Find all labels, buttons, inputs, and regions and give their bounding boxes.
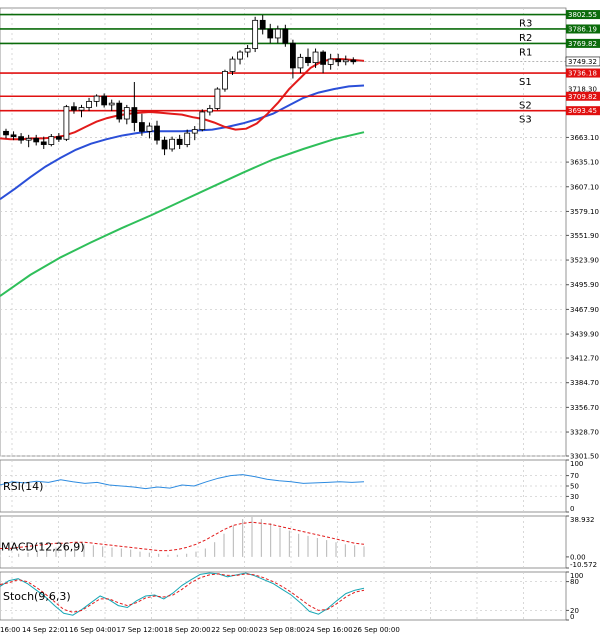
- candle-up: [63, 106, 70, 140]
- candle-up: [206, 108, 213, 113]
- candle-down: [154, 125, 160, 141]
- candle-up: [78, 107, 85, 111]
- candle-down: [116, 102, 123, 120]
- candle-down: [335, 58, 342, 63]
- level-tag-text-r1: 3769.82: [568, 40, 597, 48]
- candle-down: [71, 106, 77, 111]
- level-tag-text-s1: 3736.18: [568, 70, 597, 78]
- candle-down: [18, 136, 25, 141]
- y-tick-label: 3663.10: [570, 134, 599, 142]
- candle-down: [305, 56, 311, 64]
- level-tag-text-r3: 3802.55: [568, 11, 597, 19]
- candle-up: [199, 111, 206, 130]
- x-tick-label: 26 Sep 00:00: [353, 626, 400, 634]
- candle-up: [191, 129, 198, 134]
- level-label-r1: R1: [519, 47, 532, 58]
- candle-up: [169, 138, 176, 150]
- chart-svg: 3663.10 3635.10 3607.10 3579.10 3551.90 3523.…: [0, 0, 600, 637]
- y-tick-label: 3495.90: [570, 281, 599, 289]
- y-tick-label: 3635.10: [570, 159, 599, 167]
- current-price-text: 3749.32: [568, 58, 597, 66]
- main-panel-frame: [0, 7, 567, 457]
- rsi-y-tick-label: 30: [570, 493, 579, 501]
- macd-label: MACD(12,26,9): [1, 540, 85, 553]
- candle-down: [320, 51, 327, 65]
- candle-down: [289, 42, 296, 69]
- macd-y-tick-label: -10.572: [570, 561, 597, 569]
- x-tick-label: 24 Sep 16:00: [306, 626, 353, 634]
- y-tick-label: 3439.90: [570, 331, 599, 339]
- level-label-r3: R3: [519, 19, 532, 30]
- x-tick-label: 17 Sep 12:00: [117, 626, 164, 634]
- candle-up: [244, 48, 251, 53]
- candle-up: [184, 132, 191, 145]
- x-tick-label: 14 Sep 22:01: [22, 626, 69, 634]
- x-tick-label: 16:00: [0, 626, 20, 634]
- rsi-label: RSI(14): [3, 480, 43, 493]
- y-tick-label: 3551.90: [570, 232, 599, 240]
- level-label-r2: R2: [519, 33, 532, 44]
- candle-up: [312, 51, 319, 64]
- candle-up: [222, 71, 228, 90]
- candle-up: [252, 19, 259, 49]
- trading-chart: 3663.10 3635.10 3607.10 3579.10 3551.90 3523.…: [0, 0, 600, 637]
- level-label-s2: S2: [519, 100, 532, 111]
- candle-up: [229, 58, 236, 72]
- macd-y-tick-label: 38.932: [570, 516, 595, 524]
- candle-down: [282, 28, 289, 44]
- y-tick-label: 3579.10: [570, 208, 599, 216]
- candle-down: [161, 139, 168, 150]
- candle-up: [108, 102, 115, 106]
- candle-down: [3, 130, 9, 136]
- x-tick-label: 16 Sep 04:00: [69, 626, 116, 634]
- candle-up: [48, 136, 55, 145]
- candle-up: [146, 125, 153, 132]
- candle-down: [55, 136, 62, 140]
- candle-down: [131, 107, 138, 123]
- candle-up: [25, 137, 32, 141]
- level-label-s1: S1: [519, 77, 532, 88]
- candle-up: [86, 100, 92, 108]
- x-tick-label: 22 Sep 00:00: [211, 626, 258, 634]
- stoch-y-tick-label: 0: [570, 613, 574, 621]
- candle-up: [327, 58, 334, 65]
- candle-down: [259, 19, 266, 30]
- y-tick-label: 3384.70: [570, 379, 599, 387]
- x-tick-label: 23 Sep 08:00: [259, 626, 306, 634]
- rsi-y-tick-label: 100: [570, 460, 583, 468]
- y-tick-label: 3467.90: [570, 306, 599, 314]
- candle-down: [101, 95, 108, 106]
- candle-down: [267, 28, 274, 39]
- candle-down: [10, 134, 17, 138]
- rsi-y-tick-label: 0: [570, 505, 574, 513]
- stoch-y-tick-label: 80: [570, 578, 579, 586]
- stoch-panel-frame: [0, 571, 567, 621]
- candle-down: [176, 138, 183, 145]
- candle-down: [33, 137, 40, 143]
- y-tick-label: 3328.70: [570, 429, 599, 437]
- y-tick-label: 3412.70: [570, 355, 599, 363]
- y-tick-label: 3607.10: [570, 183, 599, 191]
- candle-up: [123, 107, 130, 120]
- candle-down: [138, 122, 145, 132]
- candle-up: [274, 28, 281, 39]
- candle-down: [350, 59, 357, 63]
- candle-up: [342, 59, 349, 63]
- rsi-y-tick-label: 70: [570, 472, 579, 480]
- stoch-label: Stoch(9,6,3): [3, 590, 71, 603]
- candle-up: [297, 56, 304, 69]
- rsi-y-tick-label: 50: [570, 483, 579, 491]
- candle-down: [40, 141, 47, 145]
- candle-up: [93, 95, 100, 102]
- y-tick-label: 3356.70: [570, 404, 599, 412]
- level-tag-text-r2: 3786.19: [568, 25, 597, 33]
- y-tick-label: 3523.90: [570, 257, 599, 265]
- level-tag-text-s3: 3693.45: [568, 107, 597, 115]
- level-tag-text-s2: 3709.82: [568, 93, 597, 101]
- extra-price-tag: 3718.30: [568, 85, 597, 93]
- candle-up: [214, 88, 221, 109]
- level-label-s3: S3: [519, 115, 532, 126]
- candle-up: [237, 51, 243, 60]
- x-tick-label: 18 Sep 20:00: [164, 626, 211, 634]
